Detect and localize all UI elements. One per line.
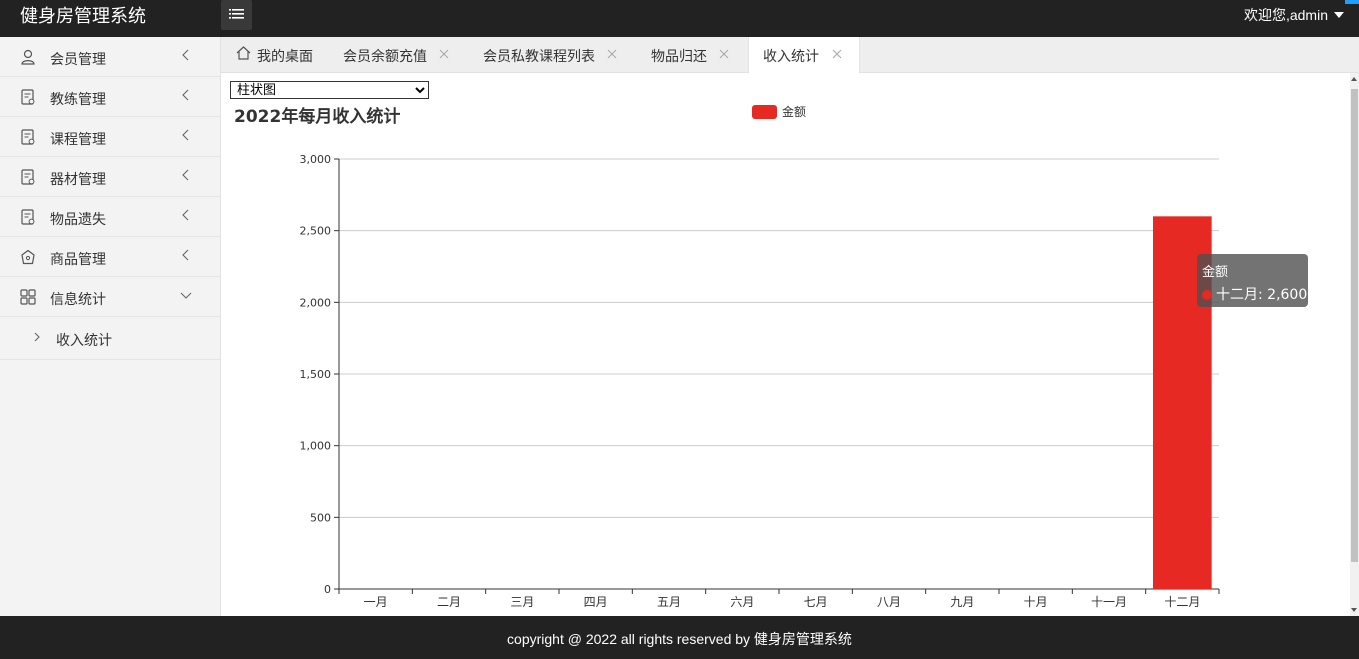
close-icon[interactable] <box>607 49 617 59</box>
x-tick-label: 八月 <box>877 595 901 609</box>
main-content: 0 500 1,000 1,500 2,000 2,500 3,000 一月 二月 三月 四月 五月 六… <box>221 73 1350 616</box>
income-chart: 0 500 1,000 1,500 2,000 2,500 3,000 一月 二月 三月 四月 五月 六… <box>300 153 1220 609</box>
user-icon <box>21 49 35 65</box>
legend-swatch <box>752 105 777 119</box>
sidebar-item-label: 课程管理 <box>50 132 106 148</box>
chart-type-select[interactable]: 柱状图 <box>230 81 429 99</box>
content-scrollbar[interactable] <box>1350 73 1359 616</box>
user-menu[interactable]: 欢迎您,admin <box>1244 5 1344 25</box>
close-icon[interactable] <box>832 49 842 59</box>
tab-label: 收入统计 <box>763 49 819 65</box>
sidebar-item-lost-items[interactable]: 物品遗失 <box>0 197 220 237</box>
sidebar-item-label: 器材管理 <box>50 172 106 188</box>
legend-label: 金额 <box>782 105 807 119</box>
chevron-down-icon <box>180 292 192 299</box>
close-icon[interactable] <box>719 49 729 59</box>
document-icon <box>21 129 35 145</box>
top-bar: 健身房管理系统 欢迎您,admin <box>0 0 1359 37</box>
sidebar-item-courses[interactable]: 课程管理 <box>0 117 220 157</box>
sidebar-item-statistics[interactable]: 信息统计 <box>0 277 220 317</box>
y-tick-label: 3,000 <box>300 153 332 166</box>
sidebar-item-label: 物品遗失 <box>50 212 106 228</box>
x-tick-label: 七月 <box>804 595 828 609</box>
document-icon <box>21 89 35 105</box>
sidebar-subitem-label: 收入统计 <box>56 333 112 349</box>
tab-my-desktop[interactable]: 我的桌面 <box>236 37 313 73</box>
hamburger-icon <box>229 9 244 19</box>
x-tick-label: 九月 <box>950 595 974 609</box>
x-tick-label: 一月 <box>364 595 388 609</box>
sidebar-item-label: 信息统计 <box>50 292 106 308</box>
sidebar-item-label: 商品管理 <box>50 252 106 268</box>
y-tick-label: 500 <box>310 511 331 524</box>
bag-icon <box>21 249 35 265</box>
scrollbar-thumb[interactable] <box>1351 89 1358 562</box>
x-tick-label: 四月 <box>584 595 608 609</box>
tab-bar: 我的桌面 会员余额充值 会员私教课程列表 物品归还 收入统计 <box>221 37 1359 74</box>
tab-label: 物品归还 <box>651 49 707 65</box>
x-tick-label: 三月 <box>510 595 534 609</box>
x-tick-label: 十二月 <box>1164 595 1200 609</box>
tab-income-stats[interactable]: 收入统计 <box>748 37 860 74</box>
home-icon <box>236 46 251 60</box>
app-title: 健身房管理系统 <box>20 6 146 27</box>
sidebar-subitem-income-stats[interactable]: 收入统计 <box>0 317 220 360</box>
chevron-left-icon <box>182 209 189 221</box>
user-greeting: 欢迎您,admin <box>1243 7 1328 23</box>
tooltip-value: 十二月: 2,600 <box>1216 287 1308 303</box>
tab-member-recharge[interactable]: 会员余额充值 <box>343 37 449 73</box>
grid-icon <box>20 289 36 305</box>
x-tick-label: 十月 <box>1024 595 1048 609</box>
chevron-left-icon <box>182 89 189 101</box>
tab-private-course-list[interactable]: 会员私教课程列表 <box>483 37 617 73</box>
chevron-left-icon <box>182 169 189 181</box>
y-tick-label: 1,000 <box>300 440 332 453</box>
scroll-down-arrow-icon[interactable] <box>1351 608 1357 612</box>
tooltip-series: 金额 <box>1202 265 1229 280</box>
menu-toggle-button[interactable] <box>221 0 252 30</box>
y-tick-label: 1,500 <box>300 368 332 381</box>
tab-label: 我的桌面 <box>257 49 313 65</box>
sidebar-item-coaches[interactable]: 教练管理 <box>0 77 220 117</box>
close-icon[interactable] <box>439 49 449 59</box>
chart-title: 2022年每月收入统计 <box>234 107 401 127</box>
sidebar: 会员管理 教练管理 课程管理 器材管理 物品遗失 商品管理 信息统计 收入统计 <box>0 37 221 616</box>
y-tick-label: 2,500 <box>300 225 332 238</box>
document-icon <box>21 209 35 225</box>
chevron-right-icon <box>34 332 40 342</box>
sidebar-item-label: 会员管理 <box>50 52 106 68</box>
scroll-up-arrow-icon[interactable] <box>1351 77 1357 81</box>
tab-item-return[interactable]: 物品归还 <box>651 37 729 73</box>
tab-label: 会员私教课程列表 <box>483 49 595 65</box>
tab-label: 会员余额充值 <box>343 49 427 65</box>
sidebar-item-label: 教练管理 <box>50 92 106 108</box>
chevron-left-icon <box>182 129 189 141</box>
chevron-left-icon <box>182 49 189 61</box>
chart-legend[interactable]: 金额 <box>752 103 806 120</box>
caret-down-icon <box>1334 12 1344 18</box>
chevron-left-icon <box>182 249 189 261</box>
footer-copyright: copyright @ 2022 all rights reserved by … <box>507 631 852 647</box>
y-tick-label: 2,000 <box>300 296 332 309</box>
footer: copyright @ 2022 all rights reserved by … <box>0 616 1359 659</box>
chart-tooltip: 金额 十二月: 2,600 <box>1197 254 1308 307</box>
x-tick-label: 六月 <box>730 595 754 609</box>
accent-bar <box>1345 0 1359 4</box>
tooltip-dot <box>1202 290 1212 300</box>
sidebar-item-products[interactable]: 商品管理 <box>0 237 220 277</box>
x-tick-label: 二月 <box>437 595 461 609</box>
sidebar-item-equipment[interactable]: 器材管理 <box>0 157 220 197</box>
y-tick-label: 0 <box>324 583 331 596</box>
x-tick-label: 五月 <box>657 595 681 609</box>
x-tick-label: 十一月 <box>1091 595 1127 609</box>
sidebar-item-members[interactable]: 会员管理 <box>0 37 220 77</box>
document-icon <box>21 169 35 185</box>
